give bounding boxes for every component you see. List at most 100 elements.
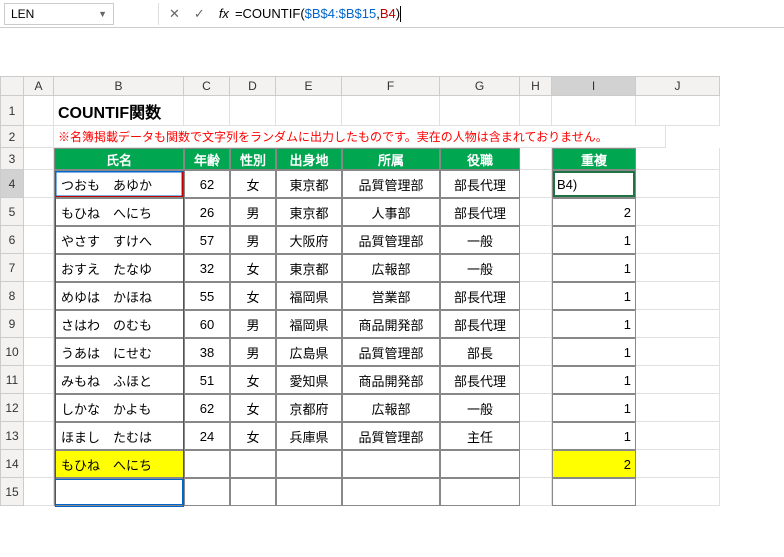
cell[interactable] — [24, 126, 54, 148]
cell[interactable] — [636, 254, 720, 282]
cell[interactable] — [520, 148, 552, 170]
col-header-I[interactable]: I — [552, 76, 636, 96]
row-header-4[interactable]: 4 — [0, 170, 24, 198]
cell-name[interactable]: やさす すけへ — [54, 226, 184, 254]
cell[interactable] — [230, 478, 276, 506]
cell-origin[interactable]: 愛知県 — [276, 366, 342, 394]
cell-dup[interactable]: 2 — [552, 198, 636, 226]
cell-sex[interactable]: 男 — [230, 338, 276, 366]
cell-age[interactable]: 26 — [184, 198, 230, 226]
cell[interactable] — [520, 96, 552, 126]
row-header-12[interactable]: 12 — [0, 394, 24, 422]
cell-dup[interactable]: 1 — [552, 366, 636, 394]
header-origin[interactable]: 出身地 — [276, 148, 342, 170]
col-header-F[interactable]: F — [342, 76, 440, 96]
cell-sex[interactable]: 女 — [230, 282, 276, 310]
header-age[interactable]: 年齢 — [184, 148, 230, 170]
cell-role[interactable]: 部長代理 — [440, 282, 520, 310]
cell-age[interactable]: 60 — [184, 310, 230, 338]
cell[interactable] — [342, 478, 440, 506]
cell[interactable] — [520, 282, 552, 310]
row-header-7[interactable]: 7 — [0, 254, 24, 282]
row-header-11[interactable]: 11 — [0, 366, 24, 394]
cell-role[interactable]: 一般 — [440, 254, 520, 282]
select-all-corner[interactable] — [0, 76, 24, 96]
cell-dept[interactable]: 広報部 — [342, 394, 440, 422]
cell-sex[interactable]: 女 — [230, 170, 276, 198]
cell-dept[interactable]: 人事部 — [342, 198, 440, 226]
cell[interactable] — [520, 338, 552, 366]
col-header-D[interactable]: D — [230, 76, 276, 96]
col-header-H[interactable]: H — [520, 76, 552, 96]
cell-origin[interactable]: 東京都 — [276, 170, 342, 198]
cell-origin[interactable]: 福岡県 — [276, 310, 342, 338]
cell[interactable] — [24, 338, 54, 366]
cell-dup[interactable]: 1 — [552, 338, 636, 366]
cell[interactable] — [636, 282, 720, 310]
cell-sex[interactable]: 女 — [230, 394, 276, 422]
cell-role[interactable]: 一般 — [440, 394, 520, 422]
cell[interactable] — [636, 450, 720, 478]
cell-origin[interactable]: 東京都 — [276, 198, 342, 226]
cancel-icon[interactable]: ✕ — [169, 6, 180, 22]
cell-dup[interactable]: 1 — [552, 226, 636, 254]
col-header-E[interactable]: E — [276, 76, 342, 96]
cell-dept[interactable]: 品質管理部 — [342, 226, 440, 254]
cell[interactable] — [24, 96, 54, 126]
cell-dept[interactable]: 営業部 — [342, 282, 440, 310]
cell[interactable] — [636, 96, 720, 126]
header-role[interactable]: 役職 — [440, 148, 520, 170]
cell-age[interactable]: 62 — [184, 394, 230, 422]
name-box[interactable]: LEN ▼ — [4, 3, 114, 25]
cell[interactable] — [636, 422, 720, 450]
cell-name[interactable] — [54, 478, 184, 506]
cell-dup[interactable] — [552, 478, 636, 506]
col-header-G[interactable]: G — [440, 76, 520, 96]
cell-sex[interactable]: 男 — [230, 310, 276, 338]
cell-age[interactable]: 24 — [184, 422, 230, 450]
cell-origin[interactable]: 東京都 — [276, 254, 342, 282]
row-header-10[interactable]: 10 — [0, 338, 24, 366]
cell-name[interactable]: もひね へにち — [54, 450, 184, 478]
cell-name[interactable]: うあは にせむ — [54, 338, 184, 366]
cell[interactable] — [552, 96, 636, 126]
cell-dup[interactable]: 1 — [552, 422, 636, 450]
cell[interactable] — [636, 170, 720, 198]
cell[interactable] — [520, 170, 552, 198]
cell[interactable] — [520, 422, 552, 450]
row-header-9[interactable]: 9 — [0, 310, 24, 338]
cell[interactable] — [24, 254, 54, 282]
cell-role[interactable]: 部長代理 — [440, 170, 520, 198]
cell[interactable] — [440, 478, 520, 506]
note-text[interactable]: ※名簿掲載データも関数で文字列をランダムに出力したものです。実在の人物は含まれて… — [54, 126, 666, 148]
cell[interactable] — [636, 338, 720, 366]
chevron-down-icon[interactable]: ▼ — [98, 9, 107, 19]
cell-dup[interactable]: 2 — [552, 450, 636, 478]
cell-role[interactable]: 一般 — [440, 226, 520, 254]
cell[interactable] — [636, 198, 720, 226]
cell-origin[interactable] — [276, 450, 342, 478]
cell-dept[interactable]: 広報部 — [342, 254, 440, 282]
cell-dept[interactable]: 品質管理部 — [342, 170, 440, 198]
row-header-13[interactable]: 13 — [0, 422, 24, 450]
cell-role[interactable] — [440, 450, 520, 478]
cell-role[interactable]: 部長代理 — [440, 310, 520, 338]
cell[interactable] — [520, 310, 552, 338]
cell-name[interactable]: めゆは かほね — [54, 282, 184, 310]
cell-dept[interactable] — [342, 450, 440, 478]
cell-name[interactable]: ほまし たむは — [54, 422, 184, 450]
cell[interactable] — [520, 366, 552, 394]
col-header-A[interactable]: A — [24, 76, 54, 96]
cell-dup[interactable]: 1 — [552, 254, 636, 282]
cell[interactable] — [24, 226, 54, 254]
cell[interactable] — [342, 96, 440, 126]
cell-name[interactable]: しかな かよも — [54, 394, 184, 422]
cell-sex[interactable]: 男 — [230, 198, 276, 226]
cell[interactable] — [636, 148, 720, 170]
cell-origin[interactable]: 兵庫県 — [276, 422, 342, 450]
row-header-1[interactable]: 1 — [0, 96, 24, 126]
cell-dup[interactable]: 1 — [552, 394, 636, 422]
cell-name[interactable]: もひね へにち — [54, 198, 184, 226]
cell[interactable] — [24, 450, 54, 478]
cell[interactable] — [276, 478, 342, 506]
